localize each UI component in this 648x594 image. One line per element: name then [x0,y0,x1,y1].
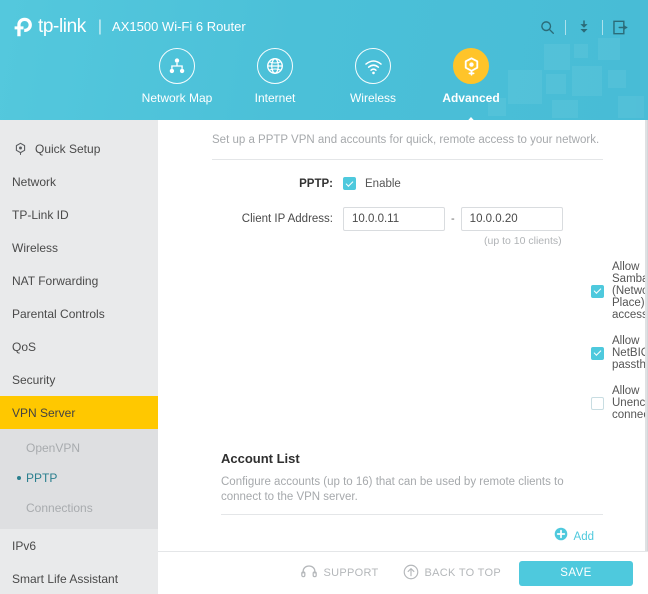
client-limit-hint: (up to 10 clients) [484,235,562,247]
pptp-label: PPTP: [299,177,333,190]
option-row-netbios: Allow NetBIOS passthrough [212,335,647,371]
pptp-enable-label: Enable [365,177,401,190]
sidebar-subitem-connections[interactable]: Connections [0,493,158,523]
add-account-row: Add [212,527,603,546]
sidebar-subitem-pptp[interactable]: PPTP [0,463,158,493]
router-admin-page: tp-link | AX1500 Wi-Fi 6 Router Network … [0,0,648,594]
sidebar: Quick Setup Network TP-Link ID Wireless … [0,120,158,594]
allow-samba-label: Allow Samba (Network Place) access [612,261,648,321]
globe-icon [257,48,293,84]
sidebar-item-qos[interactable]: QoS [0,330,158,363]
app-header: tp-link | AX1500 Wi-Fi 6 Router Network … [0,0,648,120]
sidebar-item-label: VPN Server [12,405,76,420]
router-model: AX1500 Wi-Fi 6 Router [112,19,246,34]
gear-icon [453,48,489,84]
client-ip-start-input[interactable]: 10.0.0.11 [343,207,445,231]
nav-item-network-map[interactable]: Network Map [128,48,226,105]
search-icon[interactable] [536,16,558,38]
sidebar-item-smart-life-assistant[interactable]: Smart Life Assistant [0,562,158,594]
pptp-enable-row: PPTP: Enable [212,177,603,190]
client-ip-label: Client IP Address: [241,213,333,225]
add-account-label: Add [573,530,594,543]
sidebar-item-label: IPv6 [12,538,37,553]
allow-netbios-checkbox[interactable] [591,346,604,360]
wifi-icon [355,48,391,84]
top-navigation: Network Map Internet Wireless Advanced [0,48,648,120]
sidebar-item-vpn-server[interactable]: VPN Server [0,396,158,429]
back-to-top-button[interactable]: BACK TO TOP [397,564,501,583]
allow-netbios-label: Allow NetBIOS passthrough [612,335,647,371]
brand-name: tp-link [38,16,86,37]
headset-icon [301,564,318,582]
nav-label: Advanced [442,91,500,105]
header-tools [536,16,632,38]
sidebar-subitem-openvpn[interactable]: OpenVPN [0,433,158,463]
sidebar-item-network[interactable]: Network [0,165,158,198]
gear-icon [12,141,28,157]
divider [212,159,603,160]
active-bullet-icon [17,476,21,480]
sidebar-submenu-vpn-server: OpenVPN PPTP Connections [0,429,158,529]
sidebar-subitem-label: PPTP [26,471,58,485]
account-list-title: Account List [221,451,300,466]
add-account-button[interactable]: Add [554,527,594,546]
support-label: SUPPORT [323,567,379,579]
nav-label: Network Map [141,91,213,105]
divider [565,19,566,35]
sidebar-item-label: Wireless [12,240,59,255]
option-row-samba: Allow Samba (Network Place) access [212,261,647,321]
body-container: Quick Setup Network TP-Link ID Wireless … [0,120,648,594]
client-ip-row: Client IP Address: 10.0.0.11 - 10.0.0.20 [212,207,603,231]
tp-link-logo-icon [14,16,36,38]
sidebar-item-wireless[interactable]: Wireless [0,231,158,264]
sidebar-item-label: TP-Link ID [12,207,69,222]
pptp-intro-text: Set up a PPTP VPN and accounts for quick… [212,134,600,146]
sidebar-item-tp-link-id[interactable]: TP-Link ID [0,198,158,231]
sidebar-item-nat-forwarding[interactable]: NAT Forwarding [0,264,158,297]
sidebar-item-ipv6[interactable]: IPv6 [0,529,158,562]
sidebar-subitem-label: OpenVPN [26,441,81,455]
brand-separator: | [97,18,103,35]
footer-bar: SUPPORT BACK TO TOP SAVE [158,551,648,594]
sidebar-item-label: Quick Setup [35,141,101,156]
sidebar-item-label: Parental Controls [12,306,105,321]
plus-circle-icon [554,527,568,546]
support-button[interactable]: SUPPORT [295,564,378,582]
arrow-up-circle-icon [403,564,419,583]
save-button[interactable]: SAVE [519,560,633,586]
nav-label: Internet [254,91,296,105]
sidebar-item-label: Network [12,174,57,189]
nav-item-advanced[interactable]: Advanced [422,48,520,120]
sidebar-item-label: Smart Life Assistant [12,571,119,586]
nav-item-wireless[interactable]: Wireless [324,48,422,105]
ip-range-separator: - [451,213,455,225]
main-content: Set up a PPTP VPN and accounts for quick… [158,120,648,594]
sidebar-item-label: QoS [12,339,37,354]
firmware-update-icon[interactable] [573,16,595,38]
sidebar-item-security[interactable]: Security [0,363,158,396]
scrollbar[interactable] [645,120,647,594]
divider [602,19,603,35]
allow-samba-checkbox[interactable] [591,284,604,298]
brand: tp-link | AX1500 Wi-Fi 6 Router [14,14,246,40]
allow-unencrypted-label: Allow Unencrypted connections [612,385,647,421]
sidebar-item-label: Security [12,372,56,387]
sidebar-item-parental-controls[interactable]: Parental Controls [0,297,158,330]
nav-label: Wireless [349,91,396,105]
option-row-unencrypted: Allow Unencrypted connections [212,385,647,421]
network-map-icon [159,48,195,84]
back-to-top-label: BACK TO TOP [424,567,501,579]
logout-icon[interactable] [610,16,632,38]
sidebar-item-label: NAT Forwarding [12,273,99,288]
pptp-enable-checkbox[interactable] [343,177,356,190]
sidebar-item-quick-setup[interactable]: Quick Setup [0,132,158,165]
divider [221,514,603,515]
nav-item-internet[interactable]: Internet [226,48,324,105]
account-list-description: Configure accounts (up to 16) that can b… [221,476,564,503]
client-ip-end-input[interactable]: 10.0.0.20 [460,207,563,231]
allow-unencrypted-checkbox[interactable] [591,396,604,410]
sidebar-subitem-label: Connections [26,501,93,515]
